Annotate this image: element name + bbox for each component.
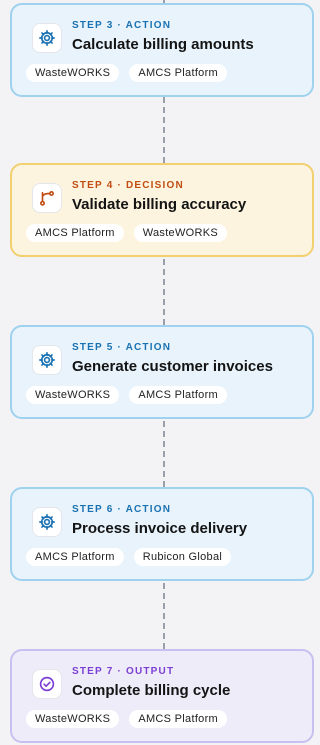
step-card-7[interactable]: STEP 7 · OUTPUT Complete billing cycle W…	[10, 649, 314, 743]
system-tag: WasteWORKS	[26, 64, 120, 82]
step-label: STEP 3 · ACTION	[72, 20, 172, 31]
flow-connector	[163, 421, 165, 487]
system-tag: AMCS Platform	[26, 224, 124, 242]
system-tag: WasteWORKS	[26, 386, 120, 404]
flow-connector	[163, 583, 165, 649]
system-tag: AMCS Platform	[129, 386, 228, 404]
gear-icon	[32, 507, 62, 537]
step-label: STEP 5 · ACTION	[72, 342, 172, 353]
step-card-5[interactable]: STEP 5 · ACTION Generate customer invoic…	[10, 325, 314, 419]
step-title: Calculate billing amounts	[72, 36, 254, 53]
step-label: STEP 7 · OUTPUT	[72, 666, 175, 677]
system-tag: AMCS Platform	[129, 64, 228, 82]
system-tag: WasteWORKS	[133, 224, 228, 242]
system-tag: WasteWORKS	[26, 710, 120, 728]
flow-connector	[163, 259, 165, 325]
system-tag: AMCS Platform	[26, 548, 124, 566]
step-card-4[interactable]: STEP 4 · DECISION Validate billing accur…	[10, 163, 314, 257]
step-title: Process invoice delivery	[72, 520, 248, 537]
step-card-3[interactable]: STEP 3 · ACTION Calculate billing amount…	[10, 3, 314, 97]
gear-icon	[32, 23, 62, 53]
flow-connector	[163, 97, 165, 163]
system-tag: Rubicon Global	[133, 548, 232, 566]
step-title: Generate customer invoices	[72, 358, 273, 375]
gear-icon	[32, 345, 62, 375]
step-title: Validate billing accuracy	[72, 196, 247, 213]
step-title: Complete billing cycle	[72, 682, 231, 699]
check-circle-icon	[32, 669, 62, 699]
step-label: STEP 4 · DECISION	[72, 180, 184, 191]
step-label: STEP 6 · ACTION	[72, 504, 172, 515]
step-card-6[interactable]: STEP 6 · ACTION Process invoice delivery…	[10, 487, 314, 581]
system-tag: AMCS Platform	[129, 710, 228, 728]
branch-icon	[32, 183, 62, 213]
